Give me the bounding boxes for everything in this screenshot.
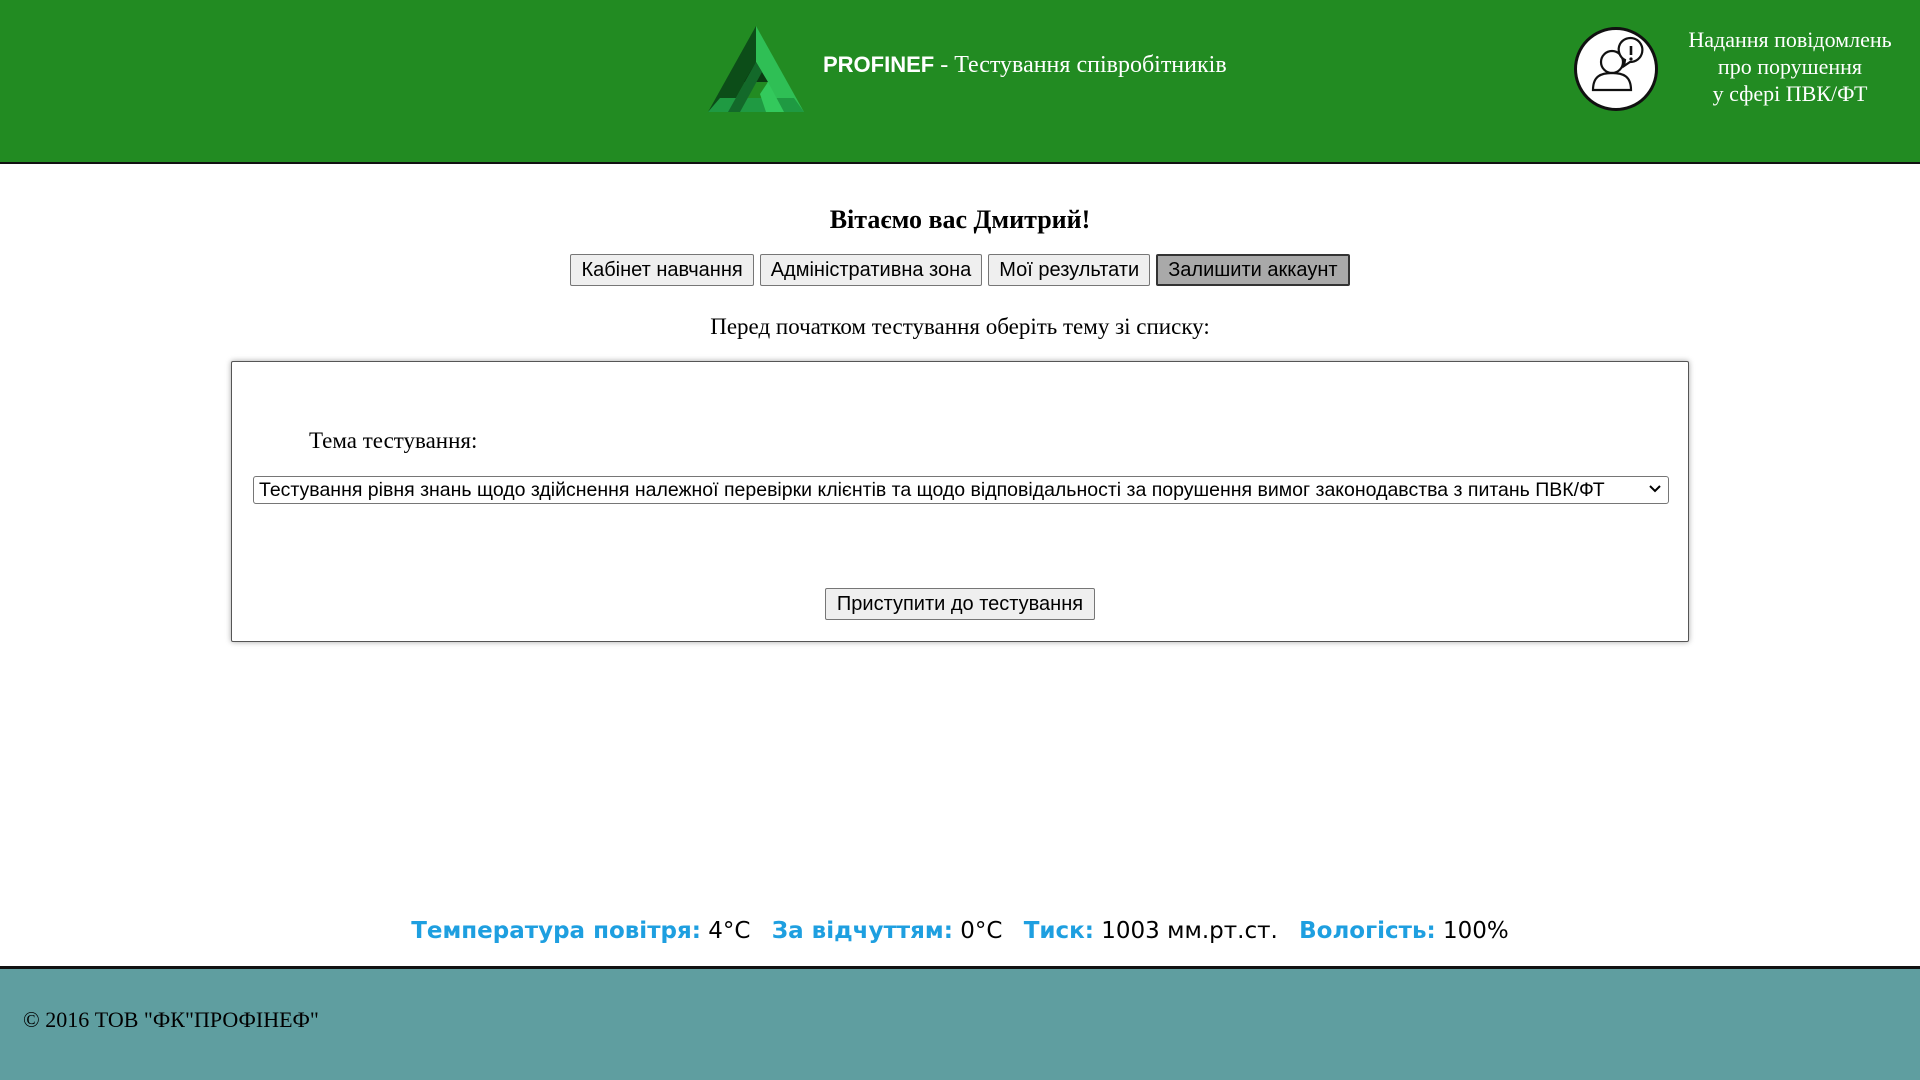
chevron-down-icon [1649, 485, 1661, 493]
brand-suffix: - Тестування співробітників [934, 52, 1227, 78]
report-violation-link[interactable]: Надання повідомлень про порушення у сфер… [1668, 26, 1912, 107]
my-results-button[interactable]: Мої результати [988, 254, 1151, 286]
report-line-1: Надання повідомлень [1688, 27, 1892, 52]
temperature-label: Температура повітря: [411, 918, 701, 944]
report-line-2: про порушення [1717, 54, 1863, 79]
learning-cabinet-button[interactable]: Кабінет навчання [570, 254, 754, 286]
pressure-label: Тиск: [1023, 918, 1094, 944]
topic-label: Тема тестування: [309, 428, 478, 453]
feels-like-value: 0°C [960, 918, 1003, 944]
test-selection-panel: Тема тестування: Тестування рівня знань … [231, 361, 1689, 642]
feels-like-label: За відчуттям: [771, 918, 953, 944]
temperature-value: 4°C [708, 918, 751, 944]
pressure-value: 1003 мм.рт.ст. [1101, 918, 1278, 944]
start-test-button[interactable]: Приступити до тестування [825, 588, 1095, 620]
brand-name: PROFINEF [823, 52, 935, 77]
welcome-heading: Вітаємо вас Дмитрий! [829, 205, 1091, 234]
footer: © 2016 ТОВ "ФК"ПРОФІНЕФ" [0, 966, 1920, 1080]
profinef-logo [708, 26, 804, 112]
topic-selected-value: Тестування рівня знань щодо здійснення н… [259, 479, 1605, 501]
report-line-3: у сфері ПВК/ФТ [1712, 81, 1868, 106]
weather-bar: Температура повітря: 4°C За відчуттям: 0… [0, 918, 1920, 944]
humidity-label: Вологість: [1299, 918, 1436, 944]
page: PROFINEF - Тестування співробітників Над… [0, 0, 1920, 1080]
humidity-value: 100% [1443, 918, 1509, 944]
instruction-text: Перед початком тестування оберіть тему з… [710, 314, 1210, 339]
header: PROFINEF - Тестування співробітників Над… [0, 0, 1920, 164]
leave-account-button[interactable]: Залишити аккаунт [1156, 254, 1350, 286]
copyright-text: © 2016 ТОВ "ФК"ПРОФІНЕФ" [23, 1007, 319, 1032]
topic-select[interactable]: Тестування рівня знань щодо здійснення н… [253, 476, 1669, 504]
admin-zone-button[interactable]: Адміністративна зона [759, 254, 983, 286]
report-violation-icon[interactable] [1574, 27, 1658, 111]
brand-title: PROFINEF - Тестування співробітників [823, 52, 1227, 79]
nav-buttons: Кабінет навчання Адміністративна зона Мо… [0, 254, 1920, 286]
